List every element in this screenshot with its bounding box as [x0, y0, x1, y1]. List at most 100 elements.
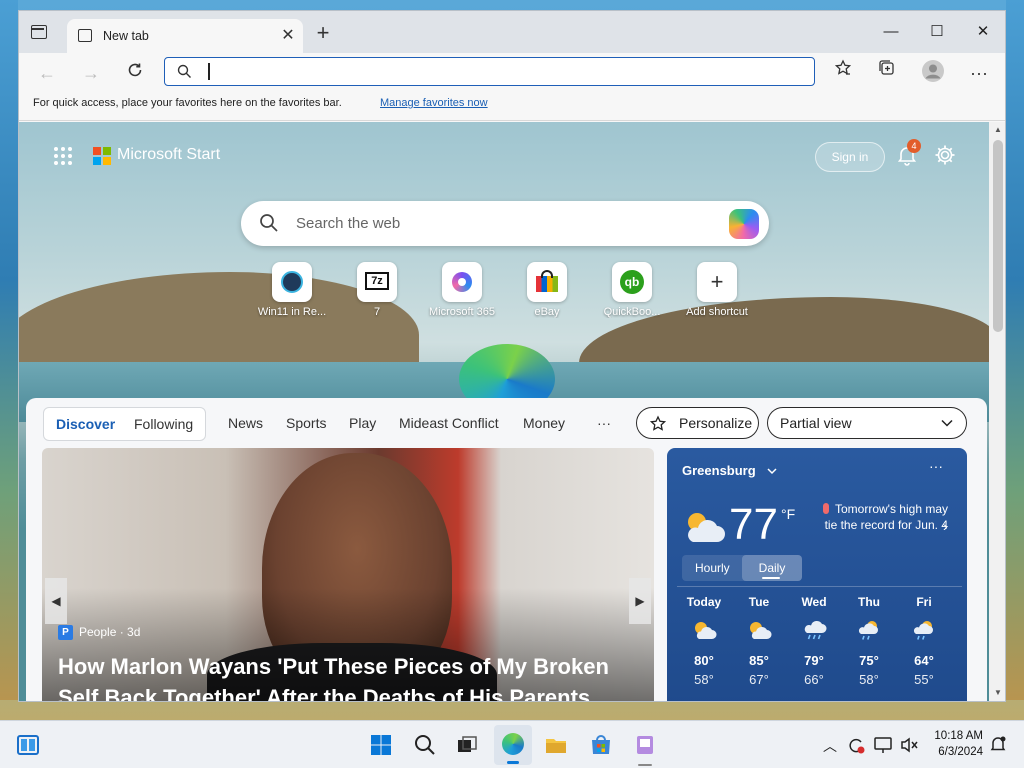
copilot-icon[interactable] [729, 209, 759, 239]
taskbar-active-edge[interactable] [494, 725, 532, 765]
forecast-day-name: Thu [858, 595, 880, 609]
minimize-button[interactable]: — [869, 19, 913, 45]
close-window-button[interactable]: ✕ [961, 19, 1005, 45]
tab-close-icon[interactable]: ✕ [277, 25, 299, 47]
feed-nav-news[interactable]: News [228, 415, 263, 431]
system-clock[interactable]: 10:18 AM 6/3/2024 [931, 728, 983, 760]
forward-button[interactable]: → [77, 59, 105, 87]
feed-nav-more[interactable]: ··· [597, 415, 611, 431]
shortcut-label: Microsoft 365 [428, 306, 496, 318]
search-icon [260, 214, 278, 232]
search-icon[interactable] [413, 733, 437, 757]
tab-discover[interactable]: Discover [56, 416, 115, 432]
weather-location[interactable]: Greensburg [682, 463, 756, 478]
notification-badge: 4 [907, 139, 921, 153]
weather-card[interactable]: Greensburg ··· 77 °F Tomorrow's high may… [667, 448, 967, 701]
task-view-icon[interactable] [455, 733, 479, 757]
widgets-icon[interactable] [16, 733, 40, 757]
article-source: P People · 3d [58, 625, 141, 641]
manage-favorites-link[interactable]: Manage favorites now [380, 97, 488, 109]
feed-nav-money[interactable]: Money [523, 415, 565, 431]
win11-icon [272, 262, 312, 302]
chevron-right-icon[interactable]: › [943, 518, 948, 534]
collections-button[interactable] [873, 59, 901, 87]
microsoft-store-icon[interactable] [589, 733, 613, 757]
address-bar[interactable] [164, 57, 815, 86]
shortcut-7zip[interactable]: 7z 7 [337, 262, 417, 322]
desktop-background-left [0, 0, 18, 700]
shortcut-ebay[interactable]: eBay [507, 262, 587, 322]
forecast-day[interactable]: Wed 79° 66° [787, 595, 841, 687]
weather-more-options[interactable]: ··· [929, 458, 943, 474]
chevron-up-icon[interactable]: ︿ [823, 736, 837, 756]
personalize-button[interactable]: Personalize [636, 407, 759, 439]
news-feed: Discover Following News Sports Play Mide… [26, 398, 987, 701]
start-windows-icon[interactable] [369, 733, 393, 757]
file-explorer-icon[interactable] [544, 733, 568, 757]
weather-alert[interactable]: Tomorrow's high may tie the record for J… [818, 501, 948, 533]
tab-daily[interactable]: Daily [742, 555, 802, 581]
carousel-next-button[interactable]: ▶ [629, 578, 651, 624]
chevron-down-icon [941, 419, 953, 427]
vertical-scrollbar[interactable]: ▲ ▼ [989, 122, 1005, 701]
tab-new-tab[interactable]: New tab ✕ [67, 19, 303, 53]
personalize-label: Personalize [679, 415, 753, 431]
clock-time: 10:18 AM [934, 730, 983, 742]
tab-actions-icon[interactable] [31, 25, 47, 39]
article-headline[interactable]: How Marlon Wayans 'Put These Pieces of M… [58, 651, 648, 701]
forecast-day[interactable]: Fri 64° 55° [897, 595, 951, 687]
new-tab-button[interactable]: + [312, 22, 334, 45]
favorites-button[interactable] [829, 59, 857, 87]
active-app-indicator [507, 761, 519, 764]
article-source-text: People · 3d [79, 625, 141, 639]
rain-icon [804, 621, 827, 640]
scroll-down-icon[interactable]: ▼ [994, 688, 1002, 697]
tab-hourly[interactable]: Hourly [695, 561, 730, 575]
shortcut-win11[interactable]: Win11 in Re... [252, 262, 332, 322]
web-search-box[interactable]: Search the web [241, 201, 769, 246]
network-icon[interactable] [873, 735, 893, 755]
plus-icon: + [697, 262, 737, 302]
maximize-button[interactable]: ☐ [915, 19, 959, 45]
notification-center-icon[interactable] [989, 735, 1007, 753]
hero-article-card[interactable]: ◀ ▶ P People · 3d How Marlon Wayans 'Put … [42, 448, 654, 701]
notepad-app-icon[interactable] [633, 733, 657, 757]
address-input[interactable] [211, 61, 801, 82]
scrollbar-thumb[interactable] [993, 140, 1003, 332]
profile-button[interactable] [919, 59, 947, 87]
forecast-low: 58° [859, 672, 879, 687]
brand-title[interactable]: Microsoft Start [117, 146, 220, 164]
forecast-day[interactable]: Tue 85° 67° [732, 595, 786, 687]
carousel-prev-button[interactable]: ◀ [45, 578, 67, 624]
shortcut-label: 7 [373, 306, 381, 318]
add-shortcut-button[interactable]: + Add shortcut [677, 262, 757, 322]
partly-cloudy-icon [688, 513, 725, 542]
forecast-low: 58° [694, 672, 714, 687]
feed-nav-sports[interactable]: Sports [286, 415, 326, 431]
sync-alert-icon[interactable] [846, 735, 866, 755]
settings-and-more-button[interactable]: ··· [965, 59, 993, 87]
scroll-up-icon[interactable]: ▲ [994, 125, 1002, 134]
feed-nav-mideast-conflict[interactable]: Mideast Conflict [399, 415, 499, 431]
shortcut-quickbooks[interactable]: qb QuickBoo... [592, 262, 672, 322]
back-button[interactable]: ← [33, 59, 61, 87]
forecast-day[interactable]: Thu 75° 58° [842, 595, 896, 687]
shortcut-microsoft-365[interactable]: Microsoft 365 [422, 262, 502, 322]
sign-in-button[interactable]: Sign in [815, 142, 885, 172]
forecast-high: 75° [859, 653, 879, 668]
tab-following[interactable]: Following [134, 416, 193, 432]
gear-icon[interactable] [933, 143, 957, 167]
refresh-button[interactable] [121, 59, 149, 87]
feed-nav-play[interactable]: Play [349, 415, 376, 431]
tab-title: New tab [103, 29, 149, 43]
forecast-high: 85° [749, 653, 769, 668]
desktop-background-right [1006, 0, 1024, 700]
volume-muted-icon[interactable] [899, 735, 919, 755]
people-logo-icon: P [58, 625, 73, 641]
forecast-day-name: Wed [801, 595, 827, 609]
app-launcher-icon[interactable] [54, 147, 72, 165]
layout-view-dropdown[interactable]: Partial view [767, 407, 967, 439]
chevron-down-icon[interactable] [766, 465, 778, 477]
forecast-high: 64° [914, 653, 934, 668]
forecast-day[interactable]: Today 80° 58° [677, 595, 731, 687]
